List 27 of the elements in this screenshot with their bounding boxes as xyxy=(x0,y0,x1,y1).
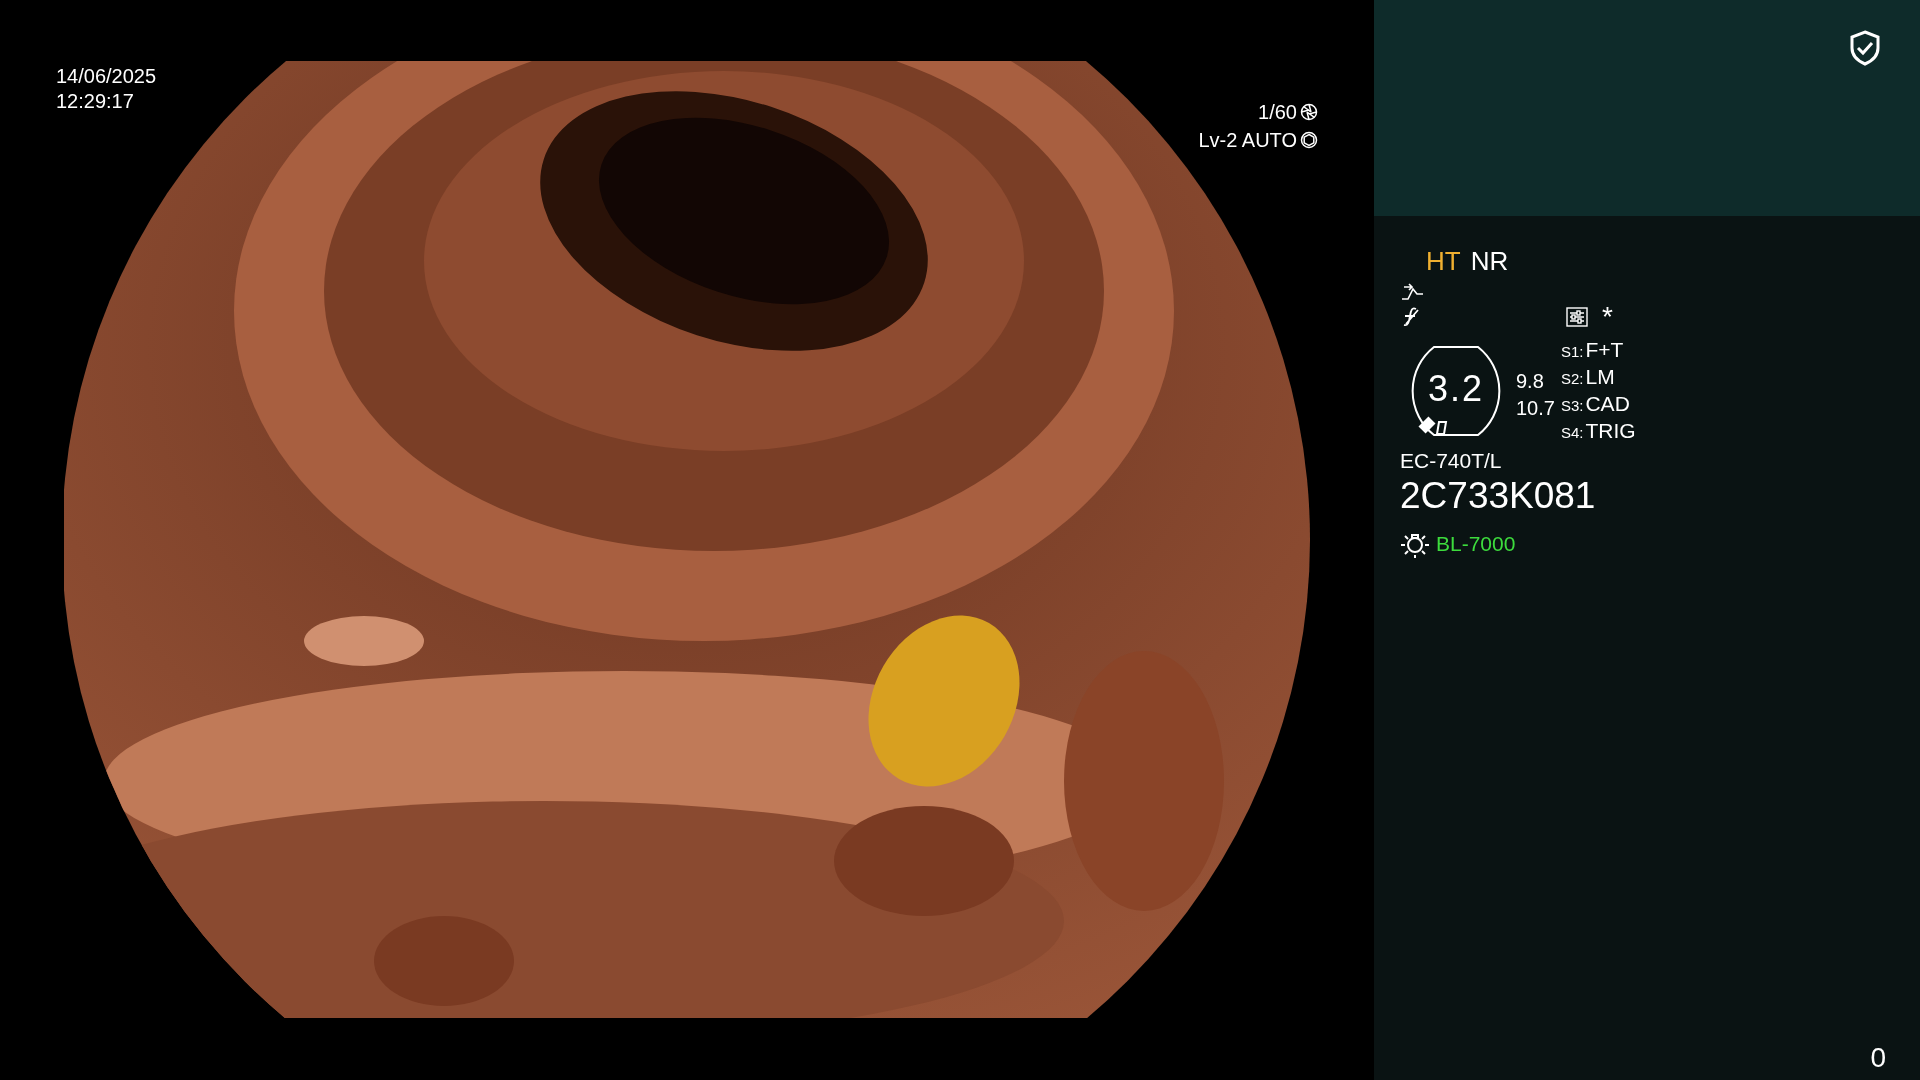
switch-function: LM xyxy=(1585,364,1615,389)
switch-key: S2: xyxy=(1560,366,1584,391)
shutter-icon xyxy=(1300,103,1318,121)
switch-key: S4: xyxy=(1560,420,1584,445)
mode-label: HT xyxy=(1426,246,1461,277)
shutter-speed-text: 1/60 xyxy=(1258,100,1297,125)
iris-mode-text: Lv-2 AUTO xyxy=(1198,128,1297,153)
counter-text: 0 xyxy=(1870,1042,1886,1074)
switch-function: F+T xyxy=(1585,337,1624,362)
switch-key: S3: xyxy=(1560,393,1584,418)
reading-text: 9.8 xyxy=(1516,369,1545,394)
time-text: 12:29:17 xyxy=(56,89,135,114)
shield-check-icon xyxy=(1850,30,1880,66)
iris-icon xyxy=(1300,131,1318,149)
curve-icon xyxy=(1400,283,1424,301)
asterisk-text: * xyxy=(1602,305,1613,329)
serial-number-text: 2C733K081 xyxy=(1400,475,1597,517)
sliders-icon xyxy=(1566,307,1588,327)
date-text: 14/06/2025 xyxy=(56,64,157,89)
light-source-text: BL-7000 xyxy=(1436,532,1516,556)
reading-text: 10.7 xyxy=(1516,396,1555,421)
mode-label: NR xyxy=(1470,246,1509,277)
switch-key: S1: xyxy=(1560,339,1584,364)
zoom-value: 3.2 xyxy=(1427,368,1484,410)
scope-model-text: EC-740T/L xyxy=(1400,449,1503,473)
switch-function: CAD xyxy=(1585,391,1630,416)
switch-function: TRIG xyxy=(1585,418,1636,443)
